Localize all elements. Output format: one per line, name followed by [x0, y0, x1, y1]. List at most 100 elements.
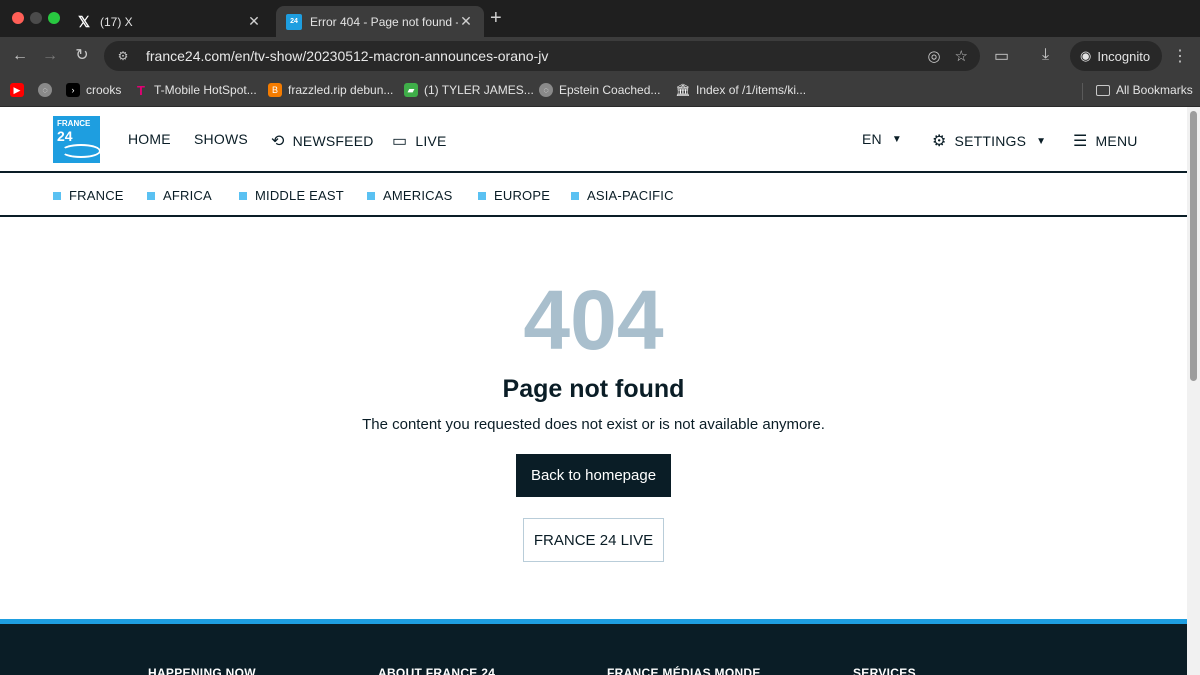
site-footer: HAPPENING NOW ABOUT FRANCE 24 FRANCE MÉD… [0, 619, 1187, 675]
reload-icon[interactable]: ↻ [72, 46, 92, 66]
region-label: AMERICAS [383, 188, 453, 203]
nav-label: SHOWS [194, 131, 248, 147]
bookmark-star-icon[interactable]: ☆ [955, 47, 968, 65]
region-label: EUROPE [494, 188, 551, 203]
bookmark-label: All Bookmarks [1116, 83, 1193, 97]
region-europe[interactable]: EUROPE [478, 188, 550, 203]
chevron-down-icon: ▼ [891, 133, 902, 145]
region-asia-pacific[interactable]: ASIA-PACIFIC [571, 188, 674, 203]
tab-close-icon[interactable]: ✕ [246, 13, 262, 30]
settings-button[interactable]: ⚙ SETTINGS ▼ [932, 131, 1046, 151]
forward-arrow-icon[interactable]: → [40, 46, 60, 66]
bookmark-tyler[interactable]: ▰ (1) TYLER JAMES... [404, 83, 534, 97]
monitor-icon: ▭ [392, 133, 408, 150]
new-tab-button[interactable]: + [490, 8, 502, 28]
bookmarks-divider [1082, 83, 1083, 100]
footer-heading-about[interactable]: ABOUT FRANCE 24 [378, 666, 495, 675]
logo-line1: FRANCE [57, 119, 91, 128]
download-icon[interactable]: ⤓ [1042, 46, 1049, 64]
footer-heading-fmm[interactable]: FRANCE MÉDIAS MONDE [607, 666, 761, 675]
region-nav: FRANCE AFRICA MIDDLE EAST AMERICAS EUROP… [0, 173, 1187, 217]
region-marker [571, 191, 579, 200]
chevron-down-icon: ▼ [1036, 135, 1047, 147]
nav-label: NEWSFEED [292, 133, 374, 149]
nav-live[interactable]: ▭ LIVE [392, 131, 446, 151]
window-minimize-button[interactable] [30, 12, 42, 24]
tab-close-icon[interactable]: ✕ [458, 13, 474, 30]
logo-line2: 24 [57, 128, 73, 144]
region-marker [478, 191, 486, 200]
blogger-icon: B [268, 83, 282, 97]
folder-icon [1096, 84, 1110, 96]
scrollbar-thumb[interactable] [1190, 111, 1197, 381]
nav-home[interactable]: HOME [128, 131, 171, 147]
nav-shows[interactable]: SHOWS [194, 131, 248, 147]
page-viewport: FRANCE 24 HOME SHOWS ⟲ NEWSFEED ▭ LIVE E… [0, 107, 1187, 675]
bookmark-label: Index of /1/items/ki... [696, 83, 807, 97]
bookmark-label: T-Mobile HotSpot... [154, 83, 257, 97]
region-label: ASIA-PACIFIC [587, 188, 674, 203]
all-bookmarks[interactable]: All Bookmarks [1096, 83, 1193, 97]
error-code: 404 [523, 273, 664, 367]
url-text[interactable]: france24.com/en/tv-show/20230512-macron-… [146, 48, 548, 64]
nav-newsfeed[interactable]: ⟲ NEWSFEED [271, 131, 374, 151]
settings-label: SETTINGS [954, 133, 1027, 149]
gun-favicon-icon: ▰ [404, 83, 418, 97]
site-header: FRANCE 24 HOME SHOWS ⟲ NEWSFEED ▭ LIVE E… [0, 107, 1187, 173]
bookmark-youtube[interactable]: ▶ [10, 83, 30, 97]
menu-button[interactable]: ☰ MENU [1073, 131, 1138, 151]
site-info-icon[interactable]: ⚙ [114, 47, 132, 65]
tab-x[interactable]: 𝕏 (17) X ✕ [66, 6, 272, 37]
logo-swoosh-icon [61, 144, 100, 158]
error-message: The content you requested does not exist… [362, 416, 825, 433]
footer-heading-happening-now[interactable]: HAPPENING NOW [148, 666, 256, 675]
region-label: FRANCE [69, 188, 124, 203]
browser-toolbar: ← → ↻ ⚙ france24.com/en/tv-show/20230512… [0, 37, 1200, 75]
more-menu-icon[interactable]: ⋮ [1172, 46, 1188, 66]
bookmark-index[interactable]: 🏛 Index of /1/items/ki... [675, 83, 807, 97]
bookmark-label: (1) TYLER JAMES... [424, 83, 534, 97]
region-americas[interactable]: AMERICAS [367, 188, 453, 203]
region-marker [147, 191, 155, 200]
incognito-badge[interactable]: ◉ Incognito [1070, 41, 1162, 71]
tab-search-icon[interactable]: ▭ [994, 46, 1009, 66]
incognito-label: Incognito [1097, 48, 1151, 64]
region-africa[interactable]: AFRICA [147, 188, 212, 203]
bookmark-frazzled[interactable]: B frazzled.rip debun... [268, 83, 393, 97]
tmobile-icon: T [137, 82, 145, 98]
x-logo-icon: 𝕏 [77, 13, 91, 31]
france24-logo[interactable]: FRANCE 24 [53, 116, 100, 163]
window-zoom-button[interactable] [48, 12, 60, 24]
history-icon: ⟲ [271, 133, 285, 150]
window-close-button[interactable] [12, 12, 24, 24]
region-middle-east[interactable]: MIDDLE EAST [239, 188, 344, 203]
language-label: EN [862, 131, 882, 147]
nav-label: HOME [128, 131, 171, 147]
tab-france24[interactable]: 24 Error 404 - Page not found - F ✕ [276, 6, 484, 37]
footer-heading-services[interactable]: SERVICES [853, 666, 916, 675]
menu-label: MENU [1095, 133, 1138, 149]
region-marker [53, 191, 61, 200]
page-scrollbar[interactable] [1187, 107, 1200, 675]
region-marker [367, 191, 375, 200]
globe-icon: ◌ [38, 83, 52, 97]
globe-icon: ◌ [539, 83, 553, 97]
tab-title: Error 404 - Page not found - F [310, 14, 458, 29]
region-marker [239, 191, 247, 200]
bookmark-epstein[interactable]: ◌ Epstein Coached... [539, 83, 660, 97]
back-arrow-icon[interactable]: ← [10, 46, 30, 66]
address-bar[interactable]: ⚙ france24.com/en/tv-show/20230512-macro… [104, 41, 980, 71]
bookmark-label: crooks [86, 83, 122, 97]
eye-off-icon[interactable]: ◎ [927, 47, 940, 65]
back-to-homepage-button[interactable]: Back to homepage [516, 454, 671, 497]
youtube-icon: ▶ [10, 83, 24, 97]
region-label: MIDDLE EAST [255, 188, 344, 203]
language-select[interactable]: EN ▼ [862, 131, 902, 147]
bookmark-crooks[interactable]: › crooks [66, 83, 121, 97]
france24-live-button[interactable]: FRANCE 24 LIVE [523, 518, 664, 562]
bookmark-tmobile[interactable]: T T-Mobile HotSpot... [134, 82, 257, 98]
hamburger-icon: ☰ [1073, 133, 1088, 150]
bookmark-globe[interactable]: ◌ [38, 83, 58, 97]
region-france[interactable]: FRANCE [53, 188, 124, 203]
region-label: AFRICA [163, 188, 212, 203]
